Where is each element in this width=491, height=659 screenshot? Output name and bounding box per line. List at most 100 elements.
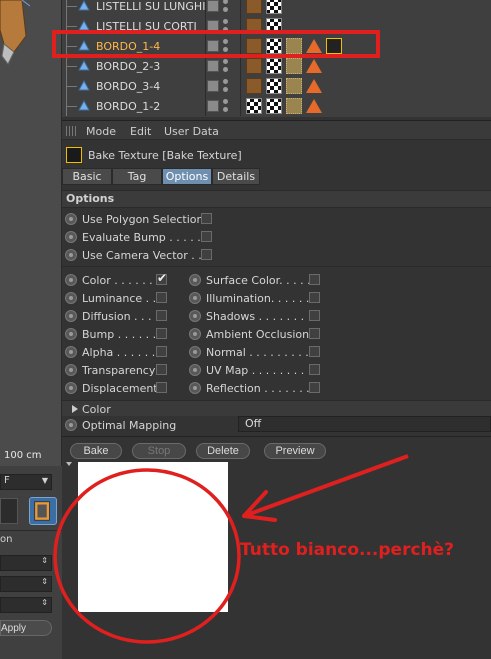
delete-button[interactable]: Delete	[196, 443, 250, 459]
animate-icon[interactable]	[189, 346, 201, 358]
preview-button[interactable]: Preview	[264, 443, 326, 459]
object-row[interactable]: BORDO_2-3	[62, 56, 491, 76]
layer-icon[interactable]	[207, 60, 219, 72]
tab-basic[interactable]: Basic	[62, 168, 112, 185]
texture-tag-icon[interactable]	[246, 98, 262, 114]
channel-luminance[interactable]: Luminance . .	[65, 290, 175, 306]
phong-tag-icon[interactable]	[306, 99, 322, 113]
animate-icon[interactable]	[189, 382, 201, 394]
object-row[interactable]: BORDO_1-2	[62, 96, 491, 116]
optimal-mapping-select[interactable]: Off	[238, 416, 491, 432]
texture-tag-icon[interactable]	[266, 0, 282, 14]
channel-bump[interactable]: Bump . . . . . .	[65, 326, 175, 342]
animate-icon[interactable]	[65, 382, 77, 394]
texture-tag-icon[interactable]	[266, 98, 282, 114]
bake-button[interactable]: Bake	[70, 443, 122, 459]
layer-icon[interactable]	[207, 80, 219, 92]
channel-displacement[interactable]: Displacement	[65, 380, 175, 396]
texture-tag-icon[interactable]	[266, 78, 282, 94]
checkbox[interactable]	[156, 310, 167, 321]
layer-icon[interactable]	[207, 0, 219, 12]
checkbox[interactable]	[156, 364, 167, 375]
visibility-dots-icon[interactable]	[223, 0, 228, 13]
visibility-dots-icon[interactable]	[223, 79, 228, 93]
stop-button[interactable]: Stop	[132, 443, 186, 459]
checkbox[interactable]	[309, 346, 320, 357]
channel-illumination[interactable]: Illumination. . . . . .	[189, 290, 324, 306]
checkbox[interactable]	[309, 364, 320, 375]
animate-icon[interactable]	[189, 310, 201, 322]
tab-tag[interactable]: Tag	[112, 168, 162, 185]
left-select-2[interactable]: ⇕	[0, 576, 52, 592]
uvw-tag-icon[interactable]	[286, 58, 302, 74]
color-group-toggle[interactable]: Color	[62, 400, 491, 416]
animate-icon[interactable]	[189, 328, 201, 340]
visibility-dots-icon[interactable]	[223, 99, 228, 113]
animate-icon[interactable]	[65, 310, 77, 322]
mode-select[interactable]: F ▼	[0, 474, 52, 490]
animate-icon[interactable]	[65, 249, 77, 261]
animate-icon[interactable]	[65, 213, 77, 225]
preview-collapse-icon[interactable]	[66, 462, 72, 466]
left-select-1[interactable]: ⇕	[0, 555, 52, 571]
checkbox[interactable]	[201, 231, 212, 242]
animate-icon[interactable]	[65, 274, 77, 286]
apply-button[interactable]: Apply	[0, 620, 52, 636]
grip-icon[interactable]	[66, 126, 78, 136]
texture-tag-icon[interactable]	[266, 58, 282, 74]
checkbox[interactable]	[309, 310, 320, 321]
channel-reflection[interactable]: Reflection . . . . . . .	[189, 380, 324, 396]
checkbox[interactable]	[309, 328, 320, 339]
checkbox[interactable]	[156, 328, 167, 339]
checkbox[interactable]	[201, 213, 212, 224]
tab-options[interactable]: Options	[162, 168, 212, 185]
channel-alpha[interactable]: Alpha . . . . . .	[65, 344, 175, 360]
channel-ambient-occlusion[interactable]: Ambient Occlusion	[189, 326, 324, 342]
checkbox[interactable]	[156, 346, 167, 357]
animate-icon[interactable]	[189, 364, 201, 376]
checkbox[interactable]	[309, 382, 320, 393]
layer-icon[interactable]	[207, 100, 219, 112]
tab-details[interactable]: Details	[212, 168, 260, 185]
checkbox-checked[interactable]	[156, 271, 167, 285]
paint-tool-icon[interactable]	[0, 498, 18, 524]
viewport[interactable]: 100 cm	[0, 0, 62, 466]
animate-icon[interactable]	[189, 292, 201, 304]
animate-icon[interactable]	[65, 328, 77, 340]
checkbox[interactable]	[309, 274, 320, 285]
animate-icon[interactable]	[65, 364, 77, 376]
checkbox[interactable]	[156, 292, 167, 303]
menu-user-data[interactable]: User Data	[164, 125, 219, 138]
channel-normal[interactable]: Normal . . . . . . . . .	[189, 344, 324, 360]
channel-shadows[interactable]: Shadows . . . . . . .	[189, 308, 324, 324]
use-camera-vector-option[interactable]: Use Camera Vector . . .	[65, 247, 225, 263]
uvw-tag-icon[interactable]	[286, 78, 302, 94]
checkbox[interactable]	[156, 382, 167, 393]
object-row[interactable]: LISTELLI SU LUNGHI	[62, 0, 491, 16]
animate-icon[interactable]	[65, 346, 77, 358]
animate-icon[interactable]	[189, 274, 201, 286]
phong-tag-icon[interactable]	[306, 79, 322, 93]
evaluate-bump-option[interactable]: Evaluate Bump . . . . . .	[65, 229, 225, 245]
menu-mode[interactable]: Mode	[86, 125, 116, 138]
phong-tag-icon[interactable]	[306, 59, 322, 73]
left-select-3[interactable]: ⇕	[0, 597, 52, 613]
channel-color[interactable]: Color . . . . . .	[65, 271, 175, 288]
animate-icon[interactable]	[65, 292, 77, 304]
material-tag-icon[interactable]	[246, 58, 262, 74]
animate-icon[interactable]	[65, 419, 77, 431]
menu-edit[interactable]: Edit	[130, 125, 151, 138]
visibility-dots-icon[interactable]	[223, 59, 228, 73]
checkbox[interactable]	[309, 292, 320, 303]
checkbox[interactable]	[201, 249, 212, 260]
channel-transparency[interactable]: Transparency	[65, 362, 175, 378]
object-row[interactable]: BORDO_3-4	[62, 76, 491, 96]
material-tag-icon[interactable]	[246, 0, 262, 14]
channel-surface-color[interactable]: Surface Color. . . . .	[189, 272, 324, 288]
film-tool-icon[interactable]	[29, 497, 57, 525]
channel-uv-map[interactable]: UV Map . . . . . . . .	[189, 362, 324, 378]
use-polygon-selection-option[interactable]: Use Polygon Selection	[65, 211, 225, 227]
channel-diffusion[interactable]: Diffusion . . . .	[65, 308, 175, 324]
animate-icon[interactable]	[65, 231, 77, 243]
uvw-tag-icon[interactable]	[286, 98, 302, 114]
